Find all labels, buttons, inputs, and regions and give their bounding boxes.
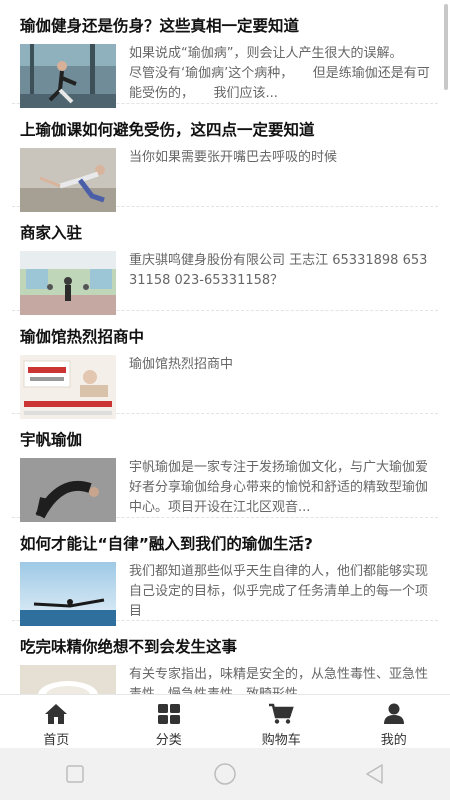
article-title: 吃完味精你绝想不到会发生这事: [20, 638, 238, 656]
article-item[interactable]: 如何才能让“自律”融入到我们的瑜伽生活? 我们都知道那些似乎天生自律的人，他们都…: [12, 518, 438, 626]
recent-apps-button[interactable]: [55, 754, 95, 794]
article-description: 有关专家指出，味精是安全的，从急性毒性、亚急性毒性、慢急性毒性、致畸形性...: [129, 667, 429, 694]
article-title: 瑜伽健身还是伤身？这些真相一定要知道: [20, 17, 300, 35]
article-description: 瑜伽馆热烈招商中: [129, 356, 234, 372]
user-icon: [382, 703, 406, 725]
home-system-button[interactable]: [205, 754, 245, 794]
back-system-button[interactable]: [355, 754, 395, 794]
article-item[interactable]: 上瑜伽课如何避免受伤，这四点一定要知道 当你如果需要张开嘴巴去呼吸的时候: [12, 104, 438, 212]
back-triangle-icon: [366, 764, 383, 784]
article-thumbnail: [20, 561, 116, 626]
article-description: 我们都知道那些似乎天生自律的人，他们都能够实现自己设定的目标，似乎完成了任务清单…: [129, 563, 429, 619]
tab-mine[interactable]: 我的: [338, 695, 450, 749]
tab-cart[interactable]: 购物车: [225, 695, 338, 749]
article-item[interactable]: 吃完味精你绝想不到会发生这事 有关专家指出，味精是安全的，从急性毒性、亚急性毒性…: [12, 621, 438, 694]
article-title: 瑜伽馆热烈招商中: [20, 327, 145, 346]
category-grid-icon: [157, 703, 181, 725]
tab-cart-label: 购物车: [261, 733, 301, 748]
article-item[interactable]: 商家入驻 重庆骐鸣健身股份有限公司 王志江 65331898 65331158 …: [12, 207, 438, 315]
article-title: 上瑜伽课如何避免受伤，这四点一定要知道: [20, 120, 315, 139]
tab-home[interactable]: 首页: [0, 695, 113, 749]
article-description: 宇帆瑜伽是一家专注于发扬瑜伽文化，与广大瑜伽爱好者分享瑜伽给身心带来的愉悦和舒适…: [129, 460, 429, 515]
tab-category[interactable]: 分类: [113, 695, 226, 749]
tab-category-label: 分类: [155, 733, 182, 748]
article-title: 商家入驻: [20, 224, 83, 242]
article-feed[interactable]: 瑜伽健身还是伤身？这些真相一定要知道 如果说成“瑜伽病”，则会让人产生很大的误解…: [0, 0, 450, 694]
scrollbar[interactable]: [444, 4, 448, 90]
article-item[interactable]: 宇帆瑜伽 宇帆瑜伽是一家专注于发扬瑜伽文化，与广大瑜伽爱好者分享瑜伽给身心带来的…: [12, 414, 438, 522]
tab-home-label: 首页: [43, 733, 70, 748]
article-item[interactable]: 瑜伽馆热烈招商中 瑜伽馆热烈招商中: [12, 311, 438, 419]
article-item[interactable]: 瑜伽健身还是伤身？这些真相一定要知道 如果说成“瑜伽病”，则会让人产生很大的误解…: [12, 0, 438, 108]
square-icon: [66, 765, 84, 783]
article-thumbnail: [20, 251, 116, 315]
article-title: 如何才能让“自律”融入到我们的瑜伽生活?: [20, 534, 313, 553]
article-thumbnail: [20, 458, 116, 522]
system-navigation-bar: [0, 748, 450, 800]
article-description: 重庆骐鸣健身股份有限公司 王志江 65331898 65331158 023-6…: [129, 253, 428, 288]
shopping-cart-icon: [268, 703, 294, 725]
article-thumbnail: [20, 147, 116, 212]
home-icon: [44, 703, 68, 725]
article-thumbnail: [20, 665, 116, 694]
bottom-tab-bar: 首页 分类 购物车 我的: [0, 694, 450, 749]
tab-mine-label: 我的: [380, 733, 407, 748]
article-thumbnail: [20, 44, 116, 108]
article-description: 当你如果需要张开嘴巴去呼吸的时候: [129, 149, 338, 165]
article-description: 如果说成“瑜伽病”，则会让人产生很大的误解。 尽管没有‘瑜伽病’这个病种， 但是…: [129, 46, 430, 101]
article-title: 宇帆瑜伽: [20, 431, 83, 449]
circle-icon: [214, 763, 236, 785]
article-thumbnail: [20, 354, 116, 419]
